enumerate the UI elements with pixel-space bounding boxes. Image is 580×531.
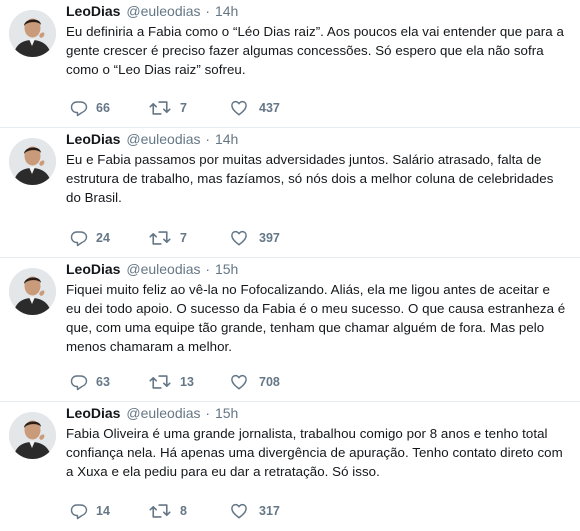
retweet-icon — [149, 504, 171, 518]
like-button[interactable]: 437 — [230, 99, 310, 117]
like-count: 708 — [259, 375, 280, 389]
timestamp[interactable]: 15h — [215, 405, 238, 421]
heart-icon — [231, 374, 247, 390]
retweet-count: 7 — [180, 101, 187, 115]
retweet-button[interactable]: 7 — [149, 229, 230, 247]
separator: · — [205, 3, 211, 19]
heart-icon — [231, 230, 247, 246]
separator: · — [205, 405, 211, 421]
heart-icon — [231, 100, 247, 116]
like-count: 437 — [259, 101, 280, 115]
user-handle[interactable]: @euleodias — [126, 405, 200, 421]
retweet-button[interactable]: 8 — [149, 502, 230, 520]
reply-icon — [70, 504, 88, 520]
tweet-header: LeoDias @euleodias · 15h — [66, 258, 568, 278]
separator: · — [205, 261, 211, 277]
user-handle[interactable]: @euleodias — [126, 261, 200, 277]
tweet-actions: 14 8 317 — [70, 502, 310, 520]
tweet-actions: 66 7 437 — [70, 99, 310, 117]
tweet[interactable]: LeoDias @euleodias · 14h Eu definiria a … — [0, 0, 580, 128]
tweet-text: Eu e Fabia passamos por muitas adversida… — [66, 152, 554, 205]
reply-icon — [70, 375, 88, 391]
tweet-feed: LeoDias @euleodias · 14h Eu definiria a … — [0, 0, 580, 530]
timestamp[interactable]: 14h — [215, 131, 238, 147]
timestamp[interactable]: 15h — [215, 261, 238, 277]
reply-icon — [70, 231, 88, 247]
user-handle[interactable]: @euleodias — [126, 3, 200, 19]
avatar[interactable] — [9, 10, 56, 57]
display-name[interactable]: LeoDias — [66, 131, 120, 147]
like-button[interactable]: 397 — [230, 229, 310, 247]
retweet-icon — [149, 231, 171, 245]
reply-button[interactable]: 24 — [70, 229, 149, 247]
separator: · — [205, 131, 211, 147]
reply-count: 24 — [96, 231, 110, 245]
retweet-icon — [149, 375, 171, 389]
timestamp[interactable]: 14h — [215, 3, 238, 19]
retweet-button[interactable]: 13 — [149, 373, 230, 391]
tweet-header: LeoDias @euleodias · 14h — [66, 128, 568, 148]
reply-count: 63 — [96, 375, 110, 389]
user-handle[interactable]: @euleodias — [126, 131, 200, 147]
reply-button[interactable]: 14 — [70, 502, 149, 520]
tweet-text: Fabia Oliveira é uma grande jornalista, … — [66, 426, 563, 479]
retweet-button[interactable]: 7 — [149, 99, 230, 117]
reply-icon — [70, 101, 88, 117]
reply-button[interactable]: 66 — [70, 99, 149, 117]
like-button[interactable]: 708 — [230, 373, 310, 391]
retweet-icon — [149, 101, 171, 115]
tweet[interactable]: LeoDias @euleodias · 14h Eu e Fabia pass… — [0, 128, 580, 258]
tweet-text: Eu definiria a Fabia como o “Léo Dias ra… — [66, 24, 564, 77]
reply-count: 66 — [96, 101, 110, 115]
avatar[interactable] — [9, 268, 56, 315]
tweet[interactable]: LeoDias @euleodias · 15h Fabia Oliveira … — [0, 402, 580, 530]
retweet-count: 7 — [180, 231, 187, 245]
display-name[interactable]: LeoDias — [66, 405, 120, 421]
tweet-actions: 24 7 397 — [70, 229, 310, 247]
retweet-count: 13 — [180, 375, 194, 389]
like-count: 397 — [259, 231, 280, 245]
like-button[interactable]: 317 — [230, 502, 310, 520]
tweet-text: Fiquei muito feliz ao vê-la no Fofocaliz… — [66, 282, 566, 354]
tweet[interactable]: LeoDias @euleodias · 15h Fiquei muito fe… — [0, 258, 580, 402]
tweet-header: LeoDias @euleodias · 15h — [66, 402, 568, 422]
retweet-count: 8 — [180, 504, 187, 518]
tweet-actions: 63 13 708 — [70, 373, 310, 391]
display-name[interactable]: LeoDias — [66, 261, 120, 277]
reply-count: 14 — [96, 504, 110, 518]
heart-icon — [231, 503, 247, 519]
avatar[interactable] — [9, 138, 56, 185]
display-name[interactable]: LeoDias — [66, 3, 120, 19]
like-count: 317 — [259, 504, 280, 518]
avatar[interactable] — [9, 412, 56, 459]
tweet-header: LeoDias @euleodias · 14h — [66, 0, 568, 20]
reply-button[interactable]: 63 — [70, 373, 149, 391]
